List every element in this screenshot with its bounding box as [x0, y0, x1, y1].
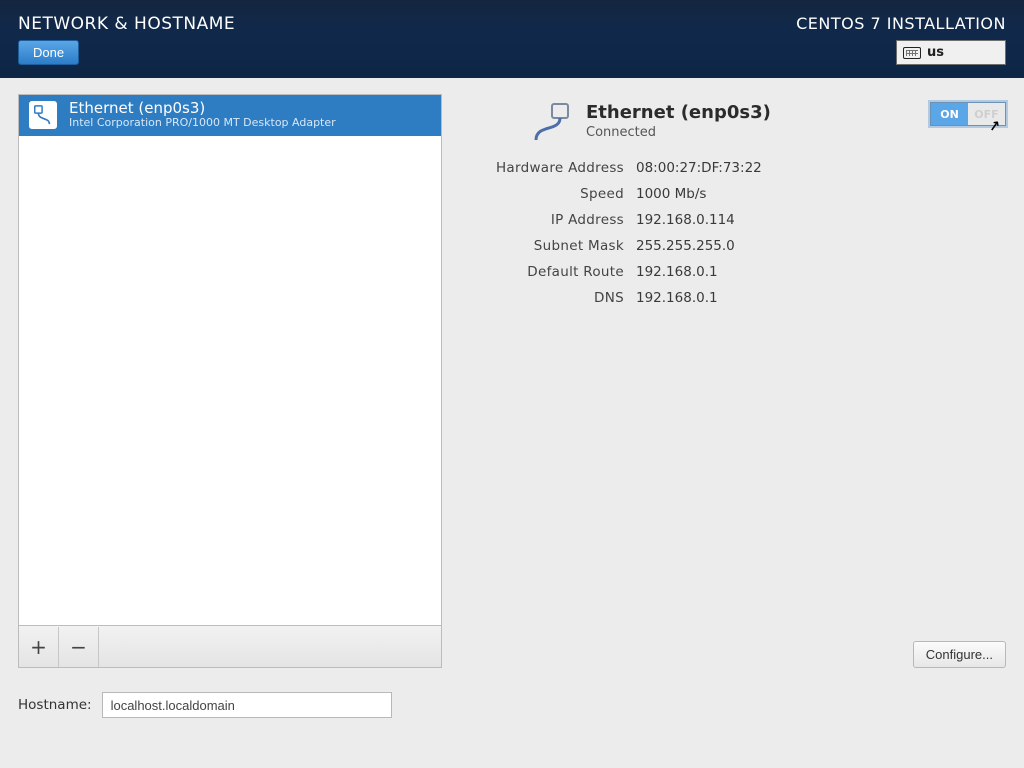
keyboard-layout-selector[interactable]: us	[896, 40, 1006, 65]
device-properties: Hardware Address 08:00:27:DF:73:22 Speed…	[464, 160, 1006, 306]
hw-label: Hardware Address	[464, 160, 624, 176]
list-toolbar: + −	[19, 625, 441, 667]
cursor-icon: ↖	[988, 118, 1002, 136]
top-banner: NETWORK & HOSTNAME CENTOS 7 INSTALLATION…	[0, 0, 1024, 78]
gw-label: Default Route	[464, 264, 624, 280]
configure-button[interactable]: Configure...	[913, 641, 1006, 668]
connection-toggle[interactable]: ON OFF ↖	[930, 102, 1006, 126]
hw-value: 08:00:27:DF:73:22	[636, 160, 1006, 176]
remove-interface-button[interactable]: −	[59, 627, 99, 667]
details-panel: Ethernet (enp0s3) Connected ON OFF ↖ Har…	[464, 94, 1006, 668]
hostname-label: Hostname:	[18, 697, 92, 713]
ip-value: 192.168.0.114	[636, 212, 1006, 228]
keyboard-icon	[903, 47, 921, 59]
hostname-input[interactable]	[102, 692, 392, 718]
keyboard-layout-label: us	[927, 45, 944, 60]
speed-value: 1000 Mb/s	[636, 186, 1006, 202]
toggle-on-label: ON	[931, 103, 968, 125]
device-status: Connected	[586, 125, 771, 140]
mask-label: Subnet Mask	[464, 238, 624, 254]
dns-label: DNS	[464, 290, 624, 306]
device-title: Ethernet (enp0s3)	[586, 102, 771, 123]
ip-label: IP Address	[464, 212, 624, 228]
interface-list: Ethernet (enp0s3) Intel Corporation PRO/…	[18, 94, 442, 668]
interface-desc: Intel Corporation PRO/1000 MT Desktop Ad…	[69, 117, 336, 130]
ethernet-icon	[29, 101, 57, 129]
install-title: CENTOS 7 INSTALLATION	[796, 14, 1006, 33]
list-spacer	[19, 136, 441, 625]
add-interface-button[interactable]: +	[19, 627, 59, 667]
interface-row[interactable]: Ethernet (enp0s3) Intel Corporation PRO/…	[19, 95, 441, 136]
interface-name: Ethernet (enp0s3)	[69, 100, 336, 117]
gw-value: 192.168.0.1	[636, 264, 1006, 280]
hostname-row: Hostname:	[18, 692, 1006, 718]
page-body: Ethernet (enp0s3) Intel Corporation PRO/…	[0, 78, 1024, 768]
dns-value: 192.168.0.1	[636, 290, 1006, 306]
ethernet-large-icon	[528, 102, 574, 142]
mask-value: 255.255.255.0	[636, 238, 1006, 254]
done-button[interactable]: Done	[18, 40, 79, 65]
speed-label: Speed	[464, 186, 624, 202]
toggle-off-label: OFF ↖	[968, 103, 1005, 125]
